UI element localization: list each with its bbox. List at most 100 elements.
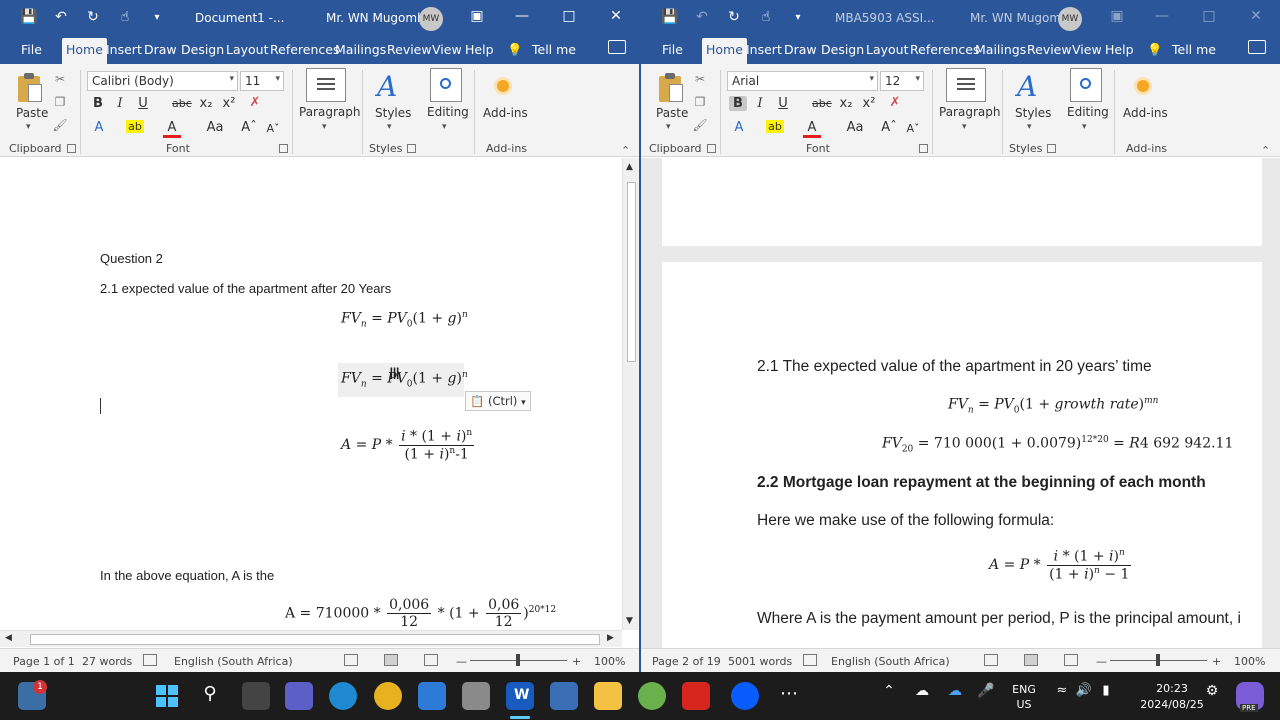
scroll-left-icon[interactable]: ◀ (5, 633, 12, 643)
maximize-icon[interactable]: □ (559, 8, 579, 24)
print-layout-icon[interactable] (384, 654, 398, 666)
clock-date[interactable]: 2024/08/25 (1140, 698, 1204, 711)
tab-mailings[interactable]: Mailings (335, 42, 386, 57)
add-ins-label[interactable]: Add-ins (1123, 106, 1168, 120)
paragraph-label[interactable]: Paragraph (299, 105, 360, 119)
tab-insert[interactable]: Insert (746, 42, 782, 57)
undo-icon[interactable]: ↶ (693, 9, 711, 25)
maximize-icon[interactable]: □ (1199, 8, 1219, 24)
paste-dropdown-icon[interactable]: ▾ (666, 122, 671, 132)
document-canvas[interactable]: Question 2 2.1 expected value of the apa… (0, 158, 639, 648)
onedrive-icon[interactable]: ☁ (908, 683, 936, 699)
paste-label[interactable]: Paste (656, 106, 688, 120)
settings-icon[interactable]: ⚙ (1198, 683, 1226, 699)
scroll-right-icon[interactable]: ▶ (607, 633, 614, 643)
touch-mode-icon[interactable]: ☝ (757, 9, 775, 25)
underline-button[interactable]: U (774, 96, 792, 111)
close-icon[interactable]: ✕ (606, 8, 626, 24)
chrome-icon[interactable] (374, 682, 402, 710)
calculator-icon[interactable] (550, 682, 578, 710)
web-layout-icon[interactable] (424, 654, 438, 666)
equation-fv-2[interactable]: FVn = PV0(1 + g)n (341, 370, 468, 389)
clipboard-launcher-icon[interactable] (707, 144, 716, 153)
tab-draw[interactable]: Draw (144, 42, 177, 57)
zoom-out-icon[interactable]: — (1096, 655, 1107, 668)
zoom-level[interactable]: 100% (594, 655, 625, 668)
change-case-icon[interactable]: Aa (203, 120, 227, 135)
tab-insert[interactable]: Insert (106, 42, 142, 57)
tab-home[interactable]: Home (62, 38, 107, 64)
paragraph-icon[interactable] (946, 68, 986, 102)
text-effects-icon[interactable]: A (730, 120, 748, 135)
tab-design[interactable]: Design (181, 42, 224, 57)
font-size-select[interactable]: 11 ▾ (240, 71, 284, 91)
file-explorer-icon[interactable] (594, 682, 622, 710)
app-icon[interactable] (638, 682, 666, 710)
cloud-icon[interactable]: ☁ (941, 683, 969, 699)
styles-dropdown-icon[interactable]: ▾ (387, 122, 392, 132)
paste-options-button[interactable]: 📋 (Ctrl) ▾ (465, 391, 531, 411)
change-case-icon[interactable]: Aa (843, 120, 867, 135)
proofing-icon[interactable] (143, 654, 157, 666)
tab-design[interactable]: Design (821, 42, 864, 57)
clock-time[interactable]: 20:23 (1140, 682, 1204, 695)
tab-references[interactable]: References (910, 42, 979, 57)
font-launcher-icon[interactable] (919, 144, 928, 153)
italic-button[interactable]: I (111, 96, 129, 111)
proofing-icon[interactable] (803, 654, 817, 666)
redo-icon[interactable]: ↻ (725, 9, 743, 25)
vertical-scrollbar[interactable]: ▲ ▼ (622, 158, 639, 630)
shrink-font-icon[interactable]: Aˇ (904, 122, 922, 135)
subscript-button[interactable]: x₂ (837, 96, 855, 111)
comments-icon[interactable] (1248, 40, 1266, 54)
search-icon[interactable]: ⚲ (196, 683, 224, 704)
chevron-up-icon[interactable]: ⌃ (875, 683, 903, 699)
horizontal-scroll-thumb[interactable] (30, 634, 600, 645)
styles-label[interactable]: Styles (375, 106, 411, 120)
minimize-icon[interactable]: — (512, 8, 532, 24)
read-mode-icon[interactable] (344, 654, 358, 666)
tab-layout[interactable]: Layout (226, 42, 269, 57)
calendar-icon[interactable] (418, 682, 446, 710)
editing-icon[interactable] (430, 68, 462, 102)
paragraph-icon[interactable] (306, 68, 346, 102)
tab-view[interactable]: View (432, 42, 462, 57)
save-icon[interactable]: 💾 (661, 9, 679, 25)
collapse-ribbon-icon[interactable]: ⌃ (621, 144, 630, 157)
superscript-button[interactable]: x² (860, 96, 878, 111)
bold-button[interactable]: B (89, 96, 107, 111)
format-painter-icon[interactable]: 🖌 (52, 118, 68, 132)
styles-icon[interactable]: A (377, 70, 397, 103)
microphone-icon[interactable]: 🎤 (972, 683, 1000, 699)
tab-review[interactable]: Review (387, 42, 432, 57)
touch-mode-icon[interactable]: ☝ (116, 9, 134, 25)
font-name-select[interactable]: Calibri (Body) ▾ (87, 71, 238, 91)
clear-formatting-icon[interactable]: ✗ (886, 95, 904, 110)
font-launcher-icon[interactable] (279, 144, 288, 153)
user-name[interactable]: Mr. WN Mugombi (326, 11, 428, 25)
font-name-select[interactable]: Arial ▾ (727, 71, 878, 91)
avatar[interactable]: MW (1058, 7, 1082, 31)
language-indicator[interactable]: English (South Africa) (831, 655, 950, 668)
tab-layout[interactable]: Layout (866, 42, 909, 57)
editing-label[interactable]: Editing (1067, 105, 1109, 119)
cut-icon[interactable]: ✂ (692, 72, 708, 86)
paste-dropdown-icon[interactable]: ▾ (26, 122, 31, 132)
font-color-icon[interactable]: A (803, 120, 821, 138)
tab-file[interactable]: File (21, 42, 42, 57)
more-apps-icon[interactable]: ⋯ (775, 683, 803, 704)
page-count[interactable]: Page 1 of 1 (13, 655, 75, 668)
user-name[interactable]: Mr. WN Mugombi (970, 11, 1072, 25)
tab-mailings[interactable]: Mailings (975, 42, 1026, 57)
paste-label[interactable]: Paste (16, 106, 48, 120)
strikethrough-button[interactable]: abc (812, 97, 832, 110)
styles-icon[interactable]: A (1017, 70, 1037, 103)
paste-icon[interactable] (16, 72, 44, 104)
text-effects-icon[interactable]: A (90, 120, 108, 135)
teams-icon[interactable] (285, 682, 313, 710)
tab-home[interactable]: Home (702, 38, 747, 64)
customize-qat-icon[interactable]: ▾ (789, 12, 807, 23)
strikethrough-button[interactable]: abc (172, 97, 192, 110)
styles-dropdown-icon[interactable]: ▾ (1027, 122, 1032, 132)
web-layout-icon[interactable] (1064, 654, 1078, 666)
